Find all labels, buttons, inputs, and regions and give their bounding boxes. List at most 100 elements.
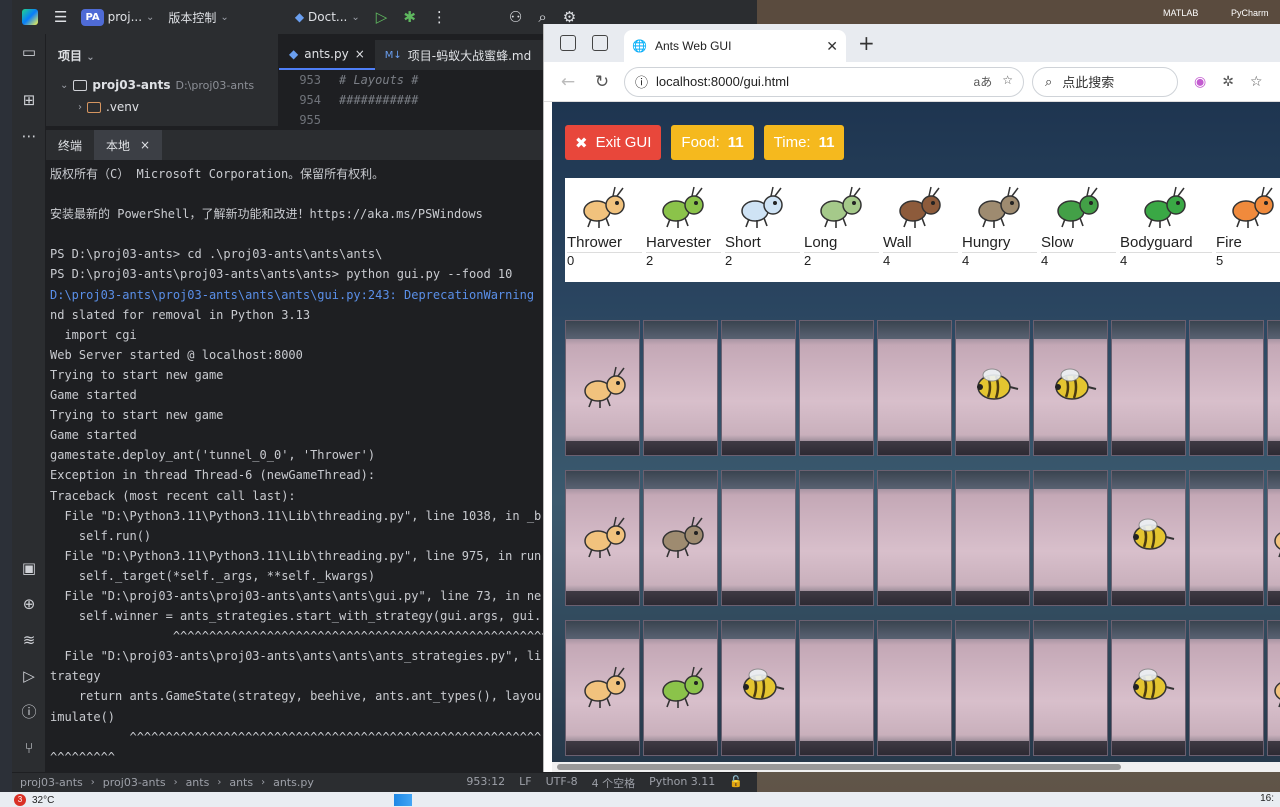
breadcrumb-item[interactable]: ants xyxy=(229,776,253,789)
tunnel-cell[interactable] xyxy=(955,620,1030,756)
browser-tab[interactable]: 🌐 Ants Web GUI ✕ xyxy=(624,30,846,62)
tunnel-cell[interactable] xyxy=(877,320,952,456)
services-icon[interactable]: ▷ xyxy=(19,666,39,686)
tunnel-cell[interactable] xyxy=(1189,320,1264,456)
close-icon[interactable]: × xyxy=(140,138,150,152)
tunnel-cell[interactable] xyxy=(877,620,952,756)
tunnel-cell[interactable] xyxy=(721,320,796,456)
tab-markdown[interactable]: M↓ 项目-蚂蚁大战蜜蜂.md xyxy=(375,40,541,70)
tunnel-cell[interactable] xyxy=(643,470,718,606)
git-icon[interactable]: ⑂ xyxy=(19,738,39,758)
tunnel-cell[interactable] xyxy=(1111,470,1186,606)
tunnel-cell[interactable] xyxy=(955,470,1030,606)
terminal-icon[interactable]: ▣ xyxy=(19,558,39,578)
vcs-menu[interactable]: 版本控制 ⌄ xyxy=(168,9,228,26)
horizontal-scrollbar[interactable] xyxy=(552,762,1280,772)
tab-terminal[interactable]: 终端 xyxy=(46,130,94,160)
project-switcher[interactable]: PA proj... ⌄ xyxy=(81,8,154,26)
tunnel-cell[interactable] xyxy=(1267,320,1280,456)
ant-card-wall[interactable]: Wall 4 xyxy=(881,178,960,282)
tunnel-cell[interactable] xyxy=(565,320,640,456)
desktop-matlab-label[interactable]: MATLAB xyxy=(1163,8,1198,18)
breadcrumb-item[interactable]: ants xyxy=(186,776,210,789)
windows-start-icon[interactable] xyxy=(394,794,412,806)
tunnel-cell[interactable] xyxy=(799,620,874,756)
tunnel-cell[interactable] xyxy=(955,320,1030,456)
cursor-position[interactable]: 953:12 xyxy=(466,775,505,791)
extensions-icon[interactable]: ✲ xyxy=(1222,74,1234,90)
weather-widget[interactable]: 3 32°C xyxy=(14,794,54,806)
close-icon[interactable]: ✕ xyxy=(826,38,838,55)
tab-actions-icon[interactable] xyxy=(592,35,608,51)
layers-icon[interactable]: ≋ xyxy=(19,630,39,650)
ant-card-fire[interactable]: Fire 5 xyxy=(1214,178,1280,282)
workspaces-icon[interactable] xyxy=(560,35,576,51)
tab-local[interactable]: 本地 × xyxy=(94,130,163,160)
tunnel-cell[interactable] xyxy=(1267,620,1280,756)
file-encoding[interactable]: UTF-8 xyxy=(546,775,578,791)
address-bar[interactable]: ⓘ localhost:8000/gui.html aあ ☆ xyxy=(624,66,1024,97)
tunnel-cell[interactable] xyxy=(565,620,640,756)
info-icon[interactable]: ⓘ xyxy=(635,72,648,91)
python-interpreter[interactable]: Python 3.11 xyxy=(649,775,715,791)
tunnel-cell[interactable] xyxy=(643,320,718,456)
favorite-star-icon[interactable]: ☆ xyxy=(1002,73,1013,90)
tunnel-cell[interactable] xyxy=(1033,620,1108,756)
favorites-icon[interactable]: ☆ xyxy=(1250,74,1263,90)
run-config-selector[interactable]: ◆ Doct... ⌄ xyxy=(295,10,360,24)
refresh-icon[interactable]: ↻ xyxy=(592,72,612,92)
breadcrumb-item[interactable]: proj03-ants xyxy=(20,776,83,789)
indent-setting[interactable]: 4 个空格 xyxy=(592,775,636,791)
project-folder-icon[interactable]: ▭ xyxy=(19,42,39,62)
debug-icon[interactable]: ✱ xyxy=(403,8,416,26)
copilot-icon[interactable]: ◉ xyxy=(1194,74,1206,90)
lock-icon[interactable]: 🔓 xyxy=(729,775,743,791)
tunnel-cell[interactable] xyxy=(1033,320,1108,456)
more-tools-icon[interactable]: ⋯ xyxy=(19,126,39,146)
clock[interactable]: 16: xyxy=(1260,793,1274,804)
breadcrumb-item[interactable]: proj03-ants xyxy=(103,776,166,789)
tunnel-cell[interactable] xyxy=(1033,470,1108,606)
tunnel-cell[interactable] xyxy=(1267,470,1280,606)
ant-card-short[interactable]: Short 2 xyxy=(723,178,802,282)
close-icon[interactable]: × xyxy=(355,47,365,61)
scrollbar-thumb[interactable] xyxy=(557,764,1121,770)
project-panel-header[interactable]: 项目 ⌄ xyxy=(46,34,278,74)
back-arrow-icon[interactable]: ← xyxy=(558,72,578,92)
new-tab-icon[interactable]: + xyxy=(858,31,875,55)
main-menu-icon[interactable]: ☰ xyxy=(54,8,67,26)
vcs-label: 版本控制 xyxy=(168,10,217,25)
python-console-icon[interactable]: ⊕ xyxy=(19,594,39,614)
ant-card-hungry[interactable]: Hungry 4 xyxy=(960,178,1039,282)
more-actions-icon[interactable]: ⋮ xyxy=(432,8,447,26)
line-separator[interactable]: LF xyxy=(519,775,531,791)
tunnel-cell[interactable] xyxy=(1111,320,1186,456)
tab-ants-py[interactable]: ◆ ants.py × xyxy=(279,40,375,70)
breadcrumb-item[interactable]: ants.py xyxy=(273,776,314,789)
exit-gui-button[interactable]: ✖ Exit GUI xyxy=(565,125,662,160)
tunnel-cell[interactable] xyxy=(799,320,874,456)
tunnel-cell[interactable] xyxy=(721,470,796,606)
tunnel-cell[interactable] xyxy=(1111,620,1186,756)
ant-card-harvester[interactable]: Harvester 2 xyxy=(644,178,723,282)
add-user-icon[interactable]: ⚇ xyxy=(509,8,522,26)
desktop-pycharm-label[interactable]: PyCharm xyxy=(1231,8,1269,18)
read-aloud-icon[interactable]: aあ xyxy=(974,73,993,90)
ant-card-bodyguard[interactable]: Bodyguard 4 xyxy=(1118,178,1214,282)
ant-card-long[interactable]: Long 2 xyxy=(802,178,881,282)
tunnel-cell[interactable] xyxy=(643,620,718,756)
tunnel-cell[interactable] xyxy=(721,620,796,756)
problems-icon[interactable]: ⓘ xyxy=(19,702,39,722)
ant-card-thrower[interactable]: Thrower 0 xyxy=(565,178,644,282)
tunnel-cell[interactable] xyxy=(565,470,640,606)
run-icon[interactable]: ▷ xyxy=(376,8,388,26)
search-box[interactable]: ⌕ 点此搜索 xyxy=(1032,66,1178,97)
tunnel-cell[interactable] xyxy=(1189,620,1264,756)
tunnel-cell[interactable] xyxy=(799,470,874,606)
structure-icon[interactable]: ⊞ xyxy=(19,90,39,110)
tree-item-root[interactable]: ⌄ proj03-ants D:\proj03-ants xyxy=(46,74,278,96)
tunnel-cell[interactable] xyxy=(877,470,952,606)
tree-item-venv[interactable]: › .venv xyxy=(46,96,278,118)
tunnel-cell[interactable] xyxy=(1189,470,1264,606)
ant-card-slow[interactable]: Slow 4 xyxy=(1039,178,1118,282)
